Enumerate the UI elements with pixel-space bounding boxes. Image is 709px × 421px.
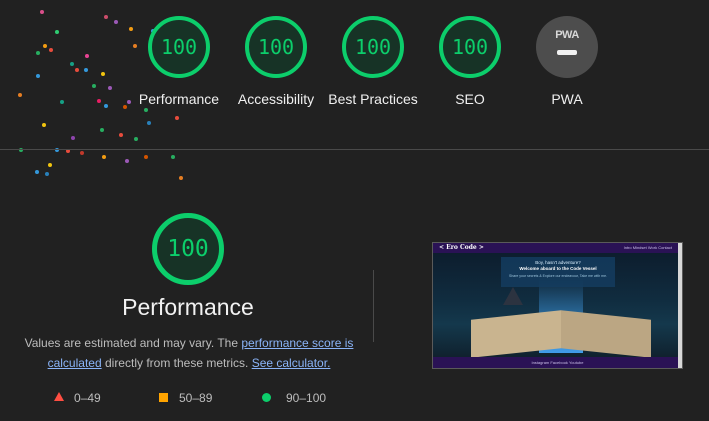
confetti-dot [85, 54, 89, 58]
thumb-hero-card: Boy, hasn't adventure? Welcome aboard to… [501, 257, 615, 287]
pwa-badge-icon: PWA [555, 29, 579, 41]
confetti-dot [104, 15, 108, 19]
legend-average-range: 50–89 [179, 391, 213, 405]
gauge-performance[interactable]: 100 [148, 16, 210, 78]
confetti-dot [133, 44, 137, 48]
gauge-seo[interactable]: 100 [439, 16, 501, 78]
confetti-dot [45, 172, 49, 176]
confetti-dot [36, 51, 40, 55]
gauge-pwa[interactable]: PWA [536, 16, 598, 78]
gauge-label-best-practices[interactable]: Best Practices [328, 89, 418, 109]
pass-circle-icon [262, 393, 271, 402]
gauge-accessibility[interactable]: 100 [245, 16, 307, 78]
confetti-dot [35, 170, 39, 174]
confetti-dot [129, 27, 133, 31]
confetti-dot [175, 116, 179, 120]
confetti-dot [18, 93, 22, 97]
confetti-dot [70, 62, 74, 66]
confetti-dot [114, 20, 118, 24]
confetti-dot [171, 155, 175, 159]
thumb-headline-1: Boy, hasn't adventure? [535, 260, 581, 265]
category-title: Performance [122, 294, 254, 320]
confetti-dot [49, 48, 53, 52]
confetti-dot [125, 159, 129, 163]
confetti-dot [108, 86, 112, 90]
confetti-dot [84, 68, 88, 72]
thumb-logo: < Ero Code > [439, 244, 484, 251]
average-square-icon [159, 393, 168, 402]
thumb-headline-2: Welcome aboard to the Code Vessel [519, 266, 597, 271]
confetti-dot [40, 10, 44, 14]
legend-pass-range: 90–100 [286, 391, 327, 405]
fail-triangle-icon [54, 392, 64, 401]
pwa-not-applicable-dash-icon [557, 50, 577, 55]
confetti-dot [101, 72, 105, 76]
confetti-dot [100, 128, 104, 132]
final-screenshot-thumbnail[interactable]: < Ero Code > Intro Mindset Work Contact … [432, 242, 683, 369]
confetti-dot [42, 123, 46, 127]
thumb-footer-text: Instagram Facebook Youtube [531, 360, 584, 365]
confetti-dot [147, 121, 151, 125]
thumb-scrollbar [678, 243, 682, 368]
confetti-dot [144, 155, 148, 159]
confetti-dot [55, 30, 59, 34]
gauge-label-performance[interactable]: Performance [124, 89, 234, 109]
confetti-dot [92, 84, 96, 88]
thumb-ship-icon [503, 287, 523, 305]
desc-prefix: Values are estimated and may vary. The [24, 336, 242, 350]
confetti-dot [179, 176, 183, 180]
see-calculator-link[interactable]: See calculator. [252, 356, 331, 370]
legend-fail-range: 0–49 [74, 391, 101, 405]
confetti-dot [71, 136, 75, 140]
desc-middle: directly from these metrics. [101, 356, 252, 370]
confetti-dot [104, 104, 108, 108]
gauge-label-pwa[interactable]: PWA [512, 89, 622, 109]
confetti-dot [48, 163, 52, 167]
thumb-footer: Instagram Facebook Youtube [433, 357, 682, 368]
confetti-dot [60, 100, 64, 104]
performance-score-gauge: 100 [152, 213, 224, 285]
header-divider [0, 149, 709, 150]
thumb-subtext: Share your secrets & Explore our endeavo… [509, 274, 607, 278]
confetti-dot [97, 99, 101, 103]
thumb-navbar: < Ero Code > Intro Mindset Work Contact [433, 243, 682, 253]
confetti-dot [102, 155, 106, 159]
gauge-label-accessibility[interactable]: Accessibility [221, 89, 331, 109]
thumb-nav-links: Intro Mindset Work Contact [623, 245, 672, 250]
section-divider [373, 270, 374, 342]
confetti-dot [43, 44, 47, 48]
confetti-dot [119, 133, 123, 137]
confetti-dot [36, 74, 40, 78]
confetti-dot [75, 68, 79, 72]
confetti-dot [80, 151, 84, 155]
gauge-best-practices[interactable]: 100 [342, 16, 404, 78]
score-description: Values are estimated and may vary. The p… [22, 333, 356, 373]
gauge-label-seo[interactable]: SEO [415, 89, 525, 109]
confetti-dot [134, 137, 138, 141]
